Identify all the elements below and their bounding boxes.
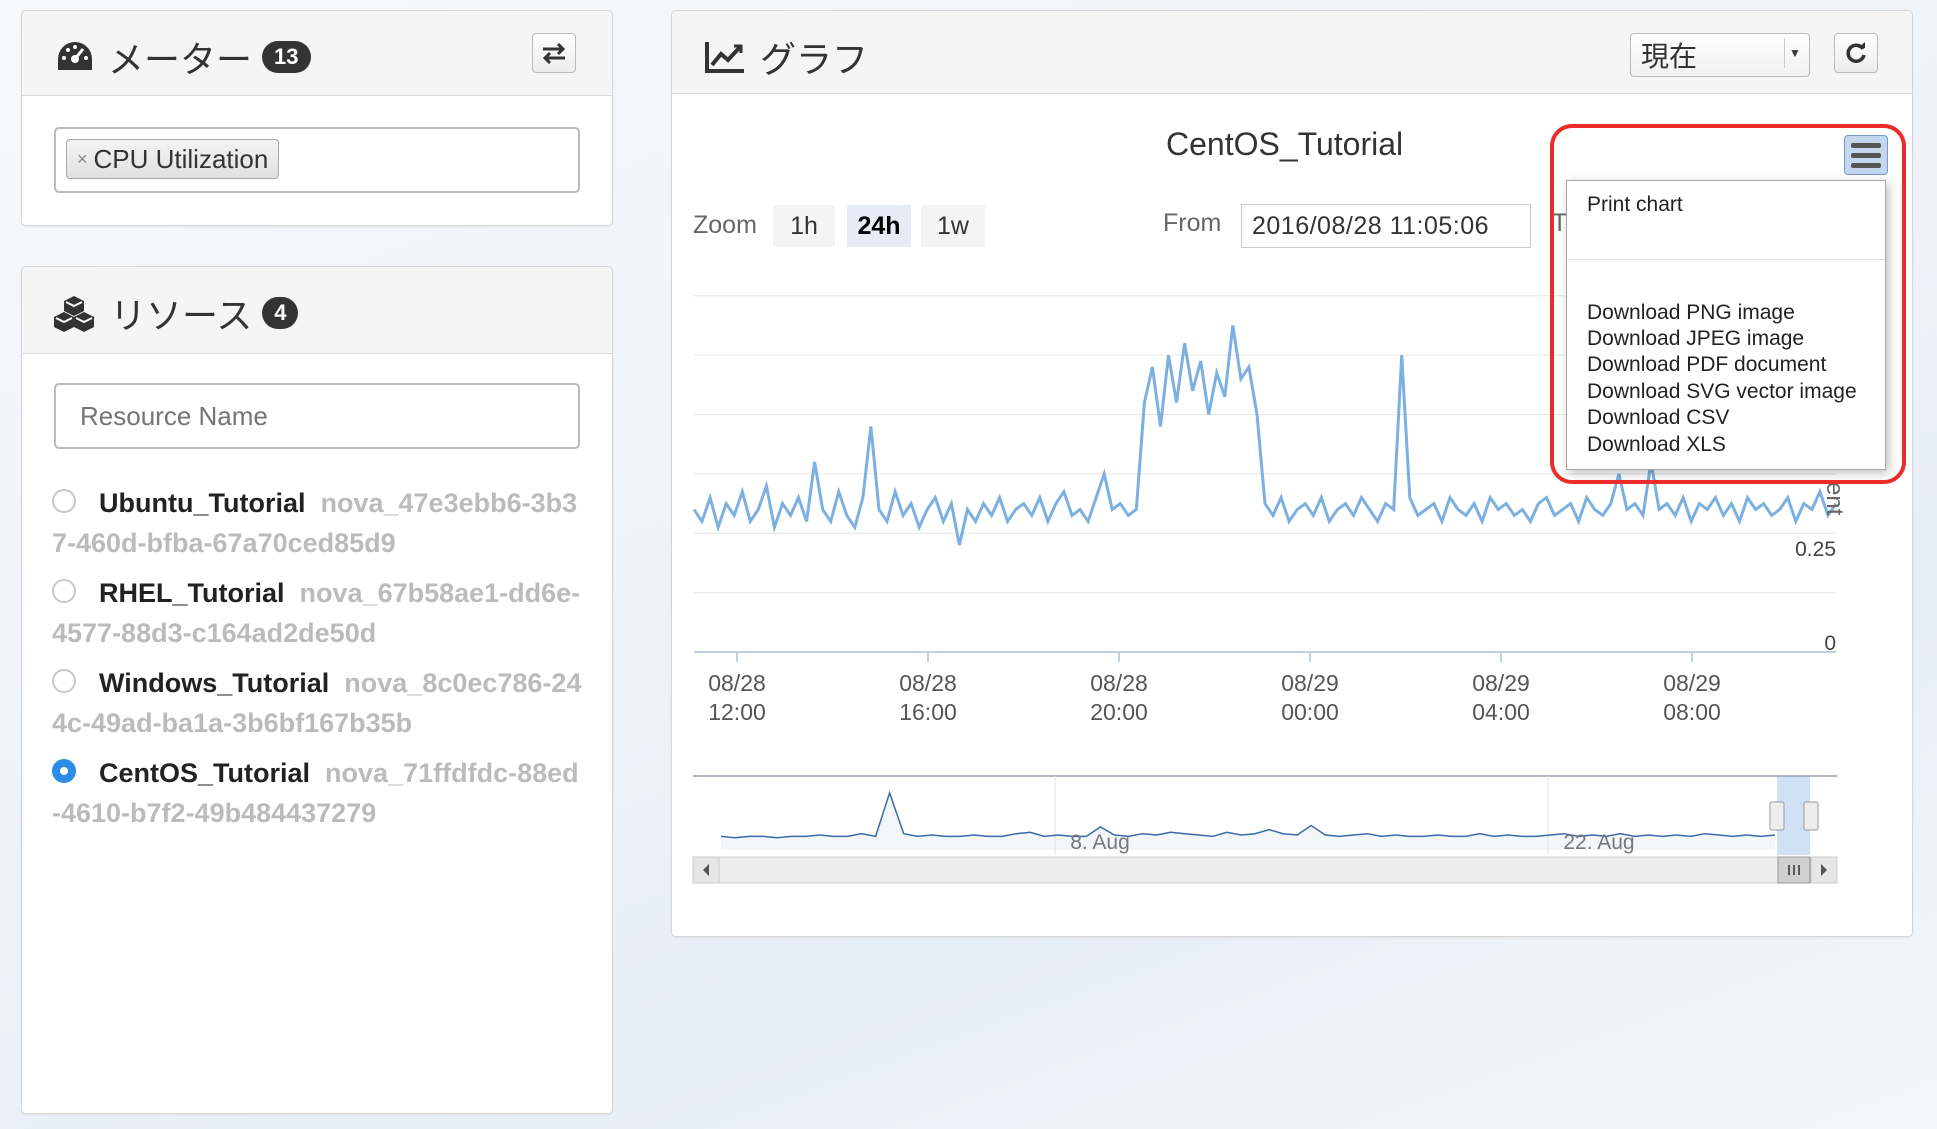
dashboard-icon (58, 42, 92, 70)
resource-name: Windows_Tutorial (99, 668, 330, 698)
period-select[interactable]: 現在 ▼ (1630, 33, 1810, 77)
resources-panel-header: リソース 4 (22, 267, 612, 354)
meter-select-input[interactable]: × CPU Utilization (54, 127, 580, 193)
graph-title: グラフ (704, 31, 868, 83)
resource-name: CentOS_Tutorial (99, 758, 311, 788)
swap-button[interactable] (532, 33, 576, 73)
meter-tag-label: CPU Utilization (93, 143, 269, 174)
graph-title-text: グラフ (760, 39, 869, 80)
meters-title-text: メーター (108, 39, 253, 80)
chevron-down-icon: ▼ (1784, 38, 1805, 68)
resources-panel: リソース 4 Ubuntu_Tutorial nova_47e3ebb6-3b3… (21, 266, 613, 1114)
chart-title: CentOS_Tutorial (1166, 126, 1404, 162)
resource-name: RHEL_Tutorial (99, 578, 285, 608)
resources-count-badge: 4 (262, 297, 299, 329)
zoom-label: Zoom (693, 211, 757, 239)
meters-panel-header: メーター 13 (22, 11, 612, 96)
graph-panel-header: グラフ 現在 ▼ (672, 11, 1912, 94)
resource-text: CentOS_Tutorial nova_71ffdfdc-88ed-4610-… (52, 753, 582, 833)
cubes-icon (54, 296, 94, 332)
zoom-1h-button[interactable]: 1h (773, 205, 835, 247)
meter-tag-cpu: × CPU Utilization (66, 139, 280, 179)
meters-count-badge: 13 (262, 41, 311, 73)
resource-text: Windows_Tutorial nova_8c0ec786-244c-49ad… (52, 663, 582, 743)
meters-panel: メーター 13 × CPU Utilization (21, 10, 613, 226)
resources-title: リソース 4 (52, 287, 299, 339)
zoom-24h-button[interactable]: 24h (847, 205, 911, 247)
resources-title-text: リソース (110, 295, 253, 336)
highlight-annotation (1550, 124, 1906, 484)
from-date-input[interactable]: 2016/08/28 11:05:06 (1241, 204, 1531, 248)
from-label: From (1163, 209, 1222, 237)
zoom-1w-button[interactable]: 1w (921, 205, 985, 247)
resource-search-input[interactable] (54, 383, 580, 449)
meters-title: メーター 13 (56, 31, 311, 83)
resource-text: RHEL_Tutorial nova_67b58ae1-dd6e-4577-88… (52, 573, 582, 653)
tag-remove-icon[interactable]: × (77, 149, 88, 170)
exchange-icon (542, 42, 566, 64)
resource-name: Ubuntu_Tutorial (99, 488, 306, 518)
resource-text: Ubuntu_Tutorial nova_47e3ebb6-3b37-460d-… (52, 483, 582, 563)
line-chart-icon (705, 42, 744, 73)
period-select-value: 現在 (1641, 41, 1698, 72)
y-axis-title-partial: ent (1821, 482, 1848, 516)
refresh-icon (1846, 42, 1866, 63)
refresh-button[interactable] (1834, 33, 1878, 73)
